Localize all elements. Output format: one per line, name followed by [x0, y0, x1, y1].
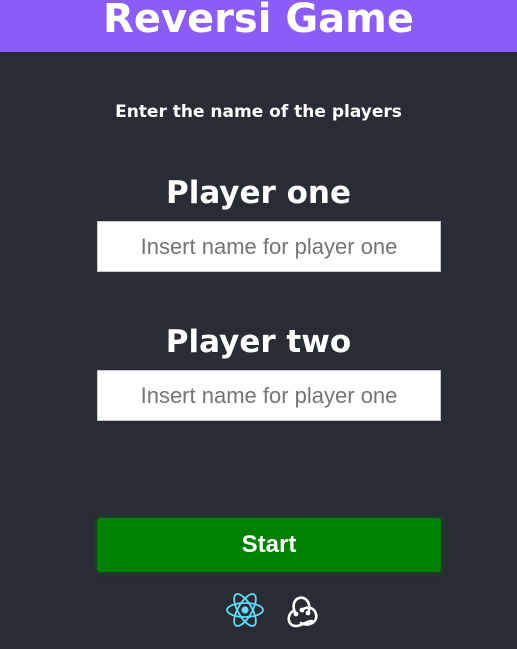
header-bar: Reversi Game: [0, 0, 517, 52]
player-two-name-input[interactable]: [97, 370, 441, 421]
page-title: Reversi Game: [103, 0, 414, 42]
instruction-text: Enter the name of the players: [115, 102, 402, 122]
app-root: Reversi Game Enter the name of the playe…: [0, 0, 517, 649]
player-two-heading: Player two: [165, 324, 352, 360]
player-one-heading: Player one: [165, 175, 352, 211]
player-one-name-input[interactable]: [97, 221, 441, 272]
start-button[interactable]: Start: [97, 518, 441, 572]
react-logo-icon: [226, 593, 264, 627]
redux-logo-icon: [287, 596, 318, 628]
